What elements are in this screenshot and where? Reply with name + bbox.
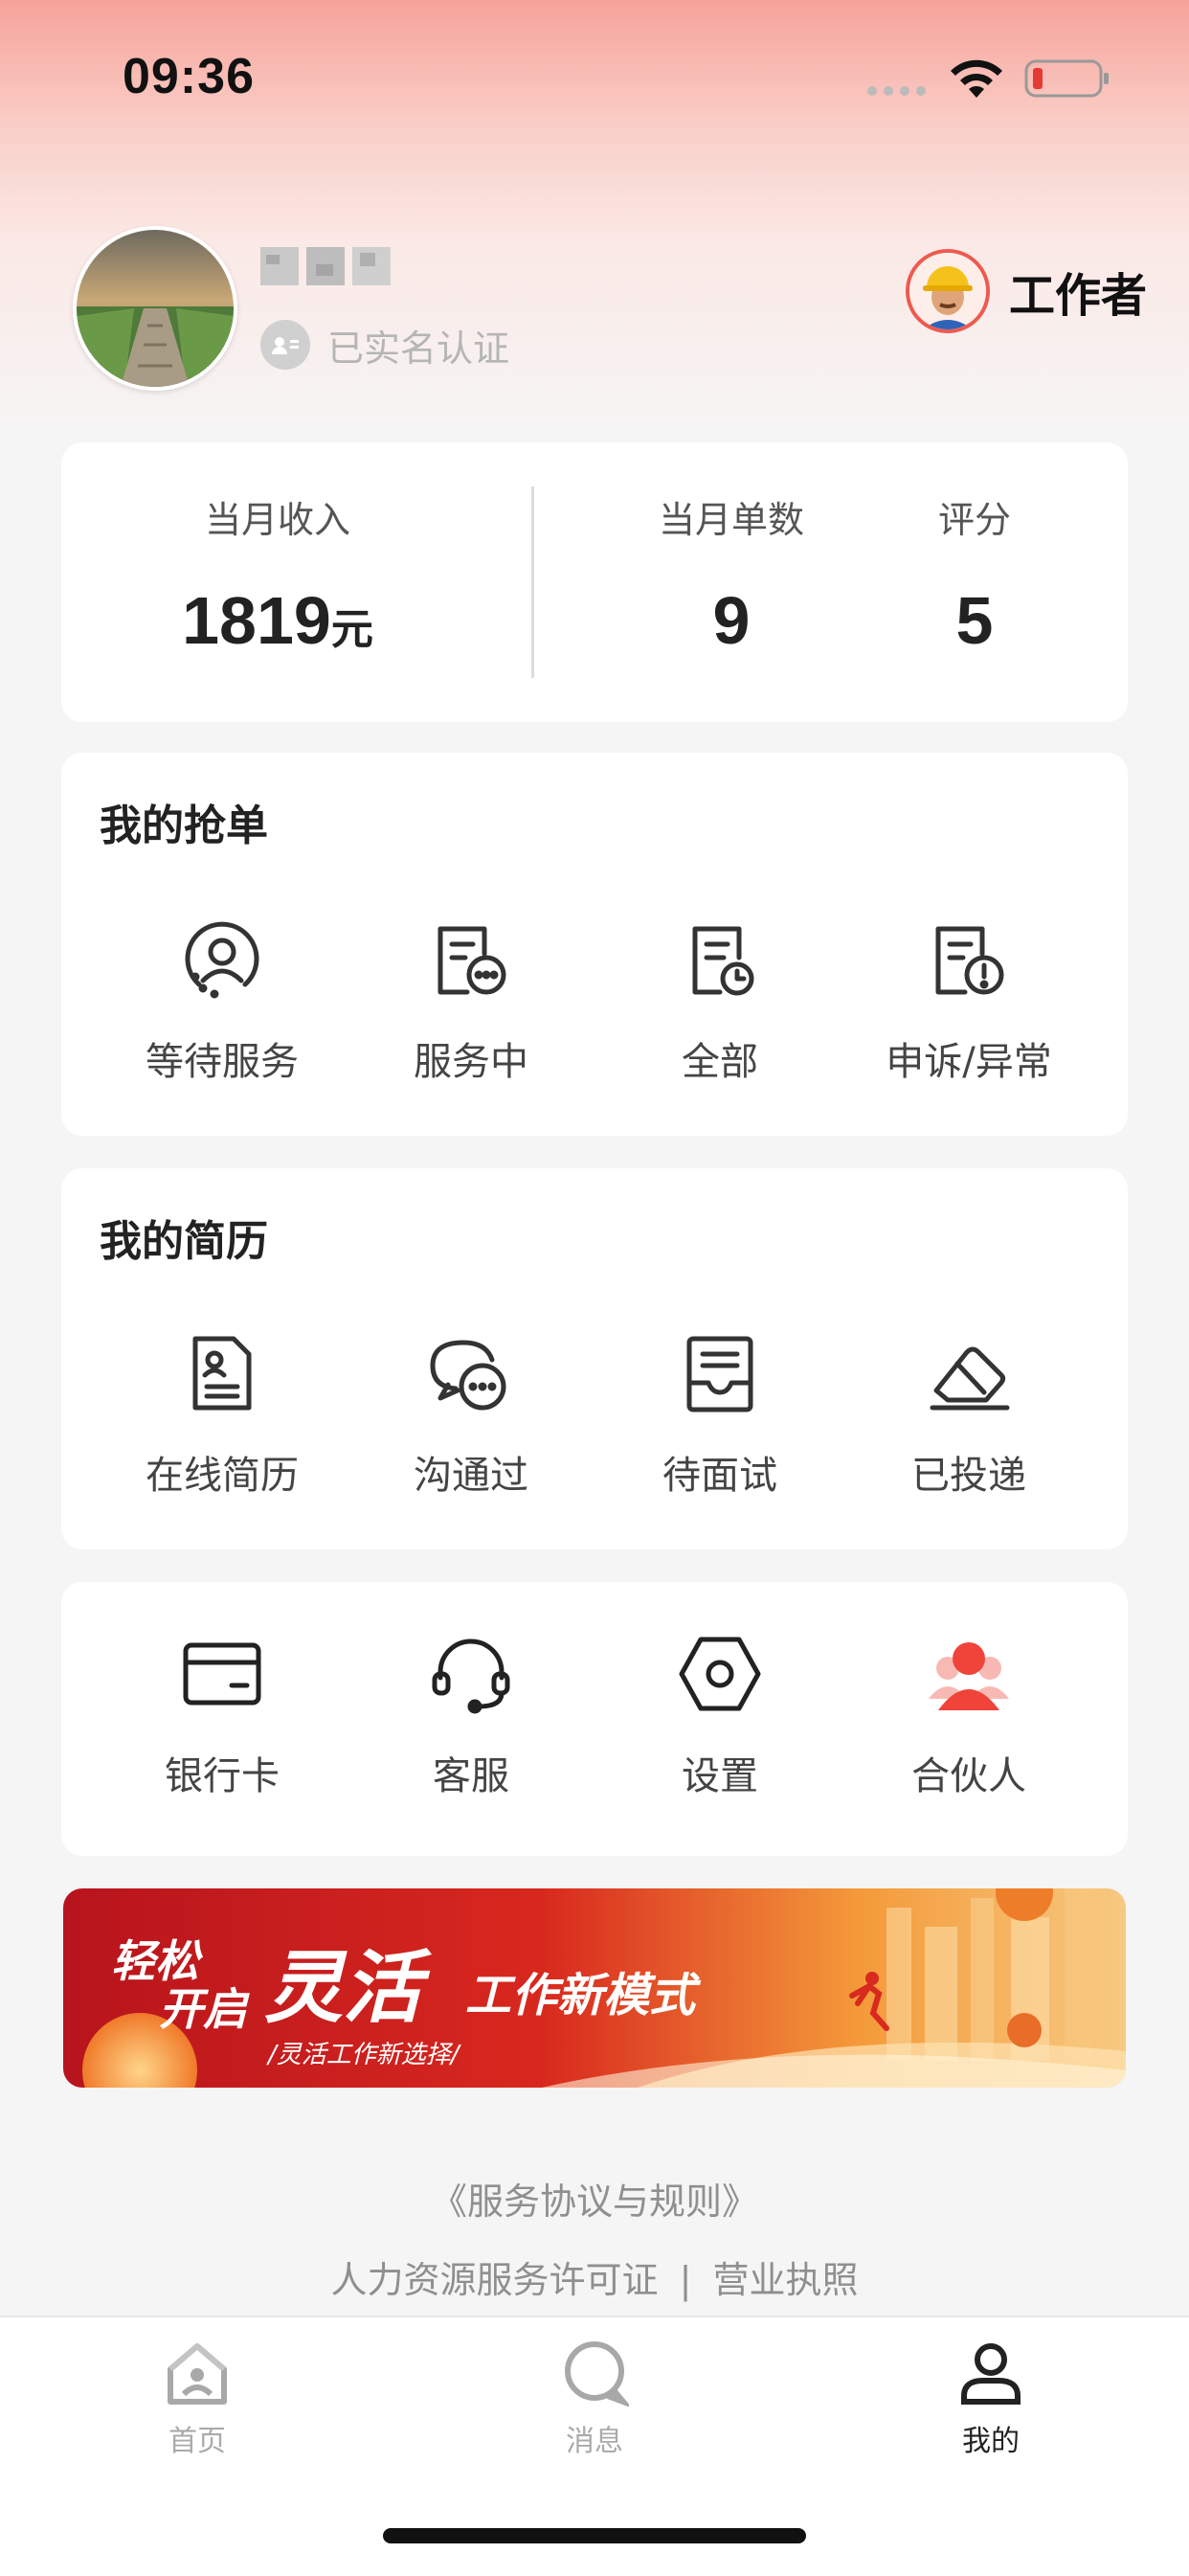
resume-item-label: 在线简历: [146, 1454, 299, 1498]
status-bar: 09:36: [0, 0, 1189, 153]
tools-card: 银行卡 客服 设置 合伙人: [61, 1582, 1128, 1856]
chat-bubbles-icon: [430, 1340, 506, 1411]
banner-headline-a: 轻松: [111, 1935, 204, 1987]
monthly-stats-card: 当月收入 1819元 当月单数 9 评分 5: [61, 442, 1128, 722]
orders-item-label: 等待服务: [146, 1040, 299, 1084]
orders-item-all[interactable]: 全部: [595, 915, 844, 1086]
rating-label: 评分: [937, 499, 1011, 541]
orders-stat: 当月单数 9: [597, 442, 865, 722]
income-value-row: 1819元: [80, 582, 475, 659]
wifi-icon: [951, 59, 1002, 98]
cellular-signal-icon: [867, 86, 926, 96]
document-alert-icon: [935, 926, 1004, 995]
avatar[interactable]: [73, 226, 237, 391]
resume-item-label: 已投递: [911, 1454, 1026, 1498]
verified-text: 已实名认证: [327, 327, 510, 370]
income-unit: 元: [330, 606, 373, 653]
eraser-icon: [930, 1346, 1010, 1411]
banner-headline-big: 灵活: [264, 1942, 433, 2034]
tab-home[interactable]: 首页: [101, 2339, 293, 2459]
settings-hexagon-icon: [679, 1637, 761, 1711]
service-agreement-link[interactable]: 《服务协议与规则》: [431, 2181, 758, 2223]
document-chat-icon: [437, 926, 506, 995]
banner-artwork: 轻松 开启 灵活 工作新模式 /灵活工作新选择/: [63, 1888, 1126, 2088]
profile-icon: [961, 2343, 1021, 2405]
income-value: 1819: [182, 583, 331, 658]
business-license-link[interactable]: 营业执照: [713, 2259, 859, 2301]
home-icon: [168, 2343, 227, 2405]
tool-label: 合伙人: [911, 1754, 1026, 1798]
rating-stat: 评分 5: [879, 442, 1070, 722]
my-orders-title: 我的抢单: [100, 802, 268, 850]
orders-value: 9: [712, 583, 751, 658]
orders-item-label: 申诉/异常: [886, 1040, 1052, 1084]
document-clock-icon: [692, 926, 754, 996]
tab-home-label: 首页: [168, 2425, 226, 2458]
orders-item-label: 全部: [682, 1040, 758, 1084]
role-label: 工作者: [1008, 269, 1147, 323]
orders-item-appeal[interactable]: 申诉/异常: [844, 915, 1093, 1086]
headset-icon: [432, 1638, 510, 1714]
tool-bank-card[interactable]: 银行卡: [98, 1630, 347, 1800]
promo-banner[interactable]: 轻松 开启 灵活 工作新模式 /灵活工作新选择/: [63, 1888, 1126, 2088]
resume-item-online[interactable]: 在线简历: [98, 1329, 347, 1500]
bank-card-icon: [183, 1642, 261, 1706]
partner-icon: [929, 1642, 1009, 1710]
profile-header: 已实名认证 工作者: [0, 220, 1189, 393]
stats-divider: [531, 486, 534, 678]
license-row: 人力资源服务许可证 | 营业执照: [0, 2250, 1189, 2303]
resume-item-communicated[interactable]: 沟通过: [347, 1329, 595, 1500]
status-time: 09:36: [123, 49, 255, 104]
tool-label: 银行卡: [165, 1754, 280, 1798]
avatar-image: [77, 230, 234, 387]
income-stat: 当月收入 1819元: [80, 442, 475, 722]
resume-item-delivered[interactable]: 已投递: [844, 1329, 1093, 1500]
inbox-tray-icon: [686, 1336, 753, 1412]
user-circle-icon: [185, 921, 259, 999]
role-switch[interactable]: 工作者: [905, 249, 1147, 333]
orders-label: 当月单数: [658, 499, 804, 541]
hr-license-link[interactable]: 人力资源服务许可证: [330, 2259, 658, 2301]
banner-subline: /灵活工作新选择/: [266, 2041, 462, 2069]
worker-avatar-icon: [905, 249, 990, 333]
resume-item-label: 待面试: [662, 1454, 777, 1498]
tab-mine-label: 我的: [962, 2425, 1020, 2458]
orders-item-in-service[interactable]: 服务中: [347, 915, 595, 1086]
orders-item-waiting[interactable]: 等待服务: [98, 915, 347, 1086]
income-label: 当月收入: [204, 499, 350, 541]
resume-icon: [192, 1336, 252, 1411]
resume-item-label: 沟通过: [414, 1454, 528, 1498]
tab-messages-label: 消息: [566, 2425, 623, 2458]
message-icon: [565, 2341, 633, 2408]
tab-messages[interactable]: 消息: [499, 2339, 690, 2459]
rating-value: 5: [955, 583, 994, 658]
agreement-row: 《服务协议与规则》: [0, 2172, 1189, 2225]
tab-mine[interactable]: 我的: [895, 2339, 1087, 2459]
tool-partner[interactable]: 合伙人: [844, 1630, 1093, 1800]
orders-item-label: 服务中: [414, 1040, 528, 1084]
tool-customer-service[interactable]: 客服: [347, 1630, 595, 1800]
banner-headline-c: 工作新模式: [465, 1969, 702, 2022]
id-card-icon: [260, 320, 310, 370]
my-orders-card: 我的抢单 等待服务 服务中 全部 申诉/异常: [61, 753, 1128, 1136]
banner-headline-b: 开启: [159, 1983, 250, 2035]
tool-label: 客服: [433, 1754, 509, 1798]
battery-low-icon: [1024, 59, 1109, 98]
resume-item-interview[interactable]: 待面试: [595, 1329, 844, 1500]
tool-settings[interactable]: 设置: [595, 1630, 844, 1800]
verified-badge: 已实名认证: [260, 318, 509, 372]
tool-label: 设置: [682, 1754, 758, 1798]
my-resume-title: 我的简历: [100, 1217, 268, 1266]
username-blurred: [260, 247, 391, 285]
footer-separator: |: [679, 2259, 692, 2301]
home-indicator: [383, 2528, 806, 2543]
my-resume-card: 我的简历 在线简历 沟通过 待面试 已投递: [61, 1168, 1128, 1549]
